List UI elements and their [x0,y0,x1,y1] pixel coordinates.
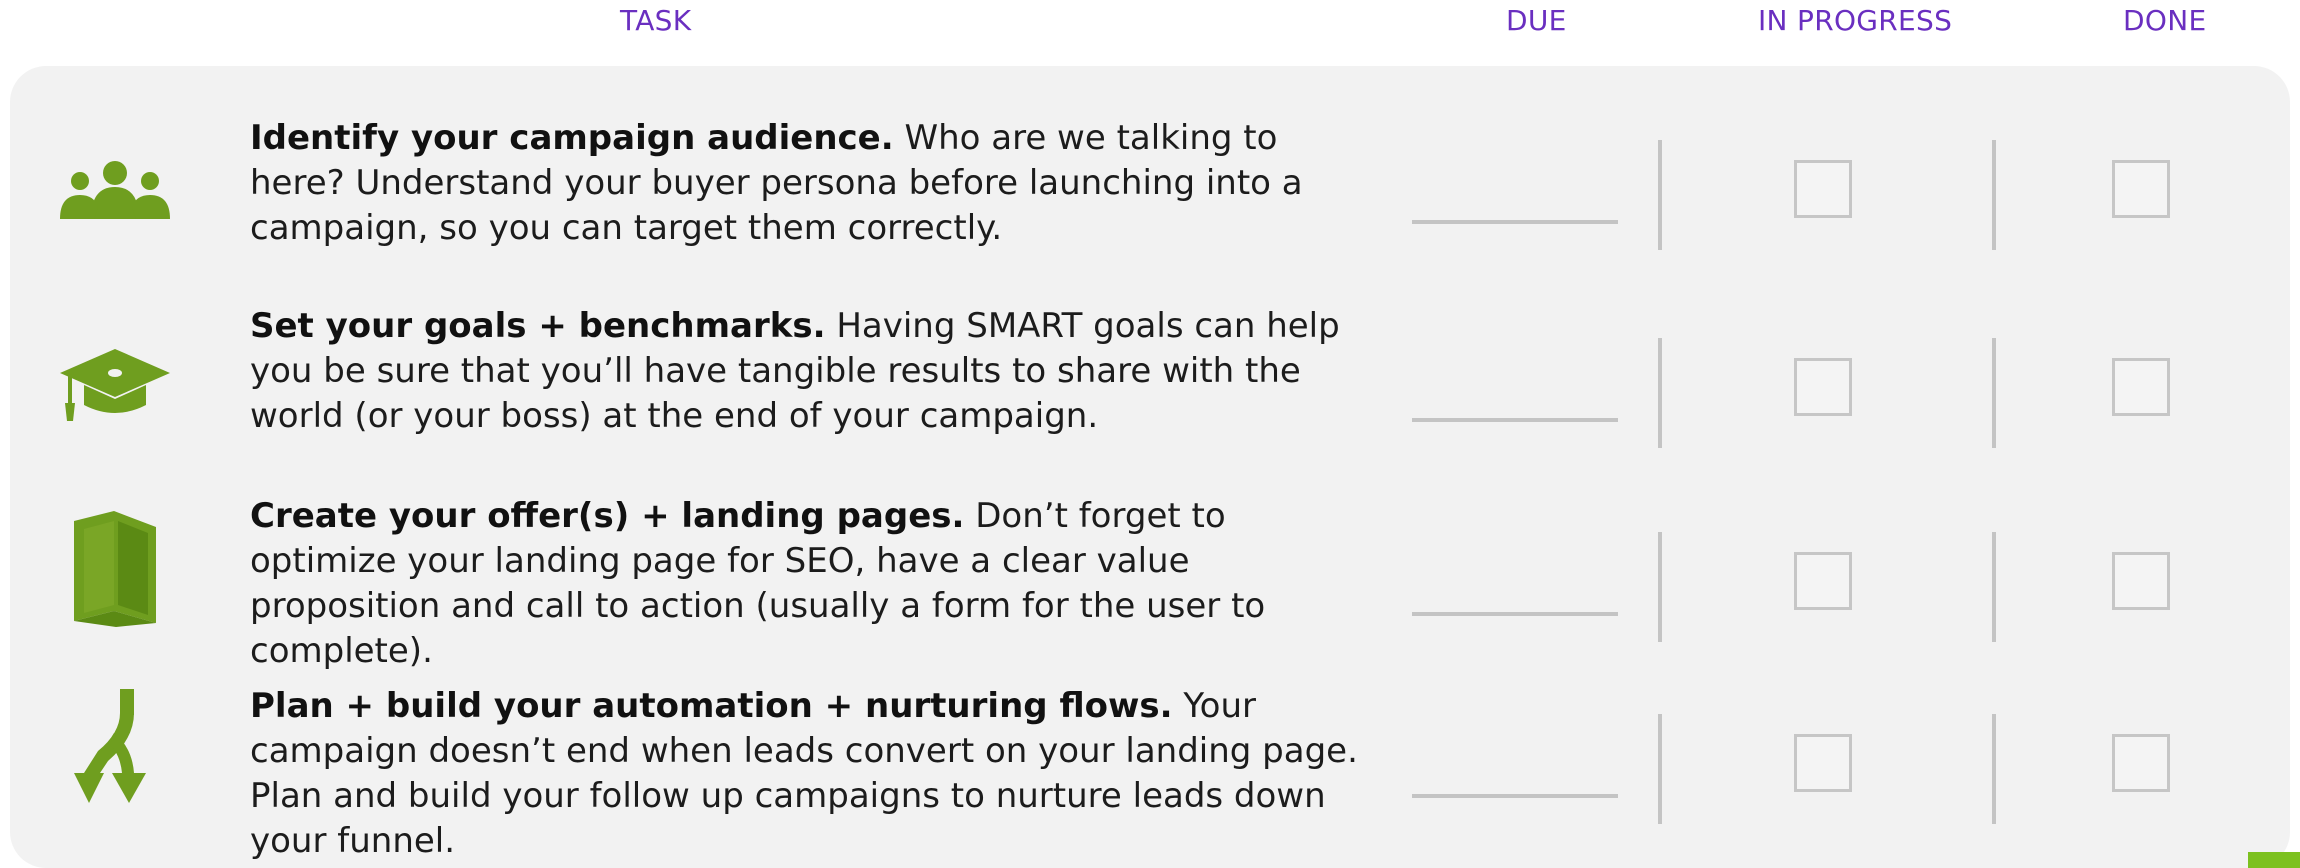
task-row: Create your offer(s) + landing pages. Do… [10,494,2290,674]
in-progress-checkbox[interactable] [1794,358,1852,416]
task-title: Identify your campaign audience. [250,118,894,158]
task-description: Create your offer(s) + landing pages. Do… [250,494,1380,674]
graduation-cap-icon [50,322,180,452]
column-divider [1992,714,1996,824]
book-icon [50,504,180,634]
column-header-done: DONE [2123,4,2207,37]
in-progress-checkbox[interactable] [1794,734,1852,792]
done-checkbox[interactable] [2112,734,2170,792]
task-title: Set your goals + benchmarks. [250,306,826,346]
task-title: Create your offer(s) + landing pages. [250,496,965,536]
done-checkbox[interactable] [2112,160,2170,218]
people-group-icon [50,124,180,254]
checklist-panel: Identify your campaign audience. Who are… [10,66,2290,868]
task-title: Plan + build your automation + nurturing… [250,686,1173,726]
column-divider [1992,140,1996,250]
done-checkbox[interactable] [2112,358,2170,416]
task-row: Set your goals + benchmarks. Having SMAR… [10,304,2290,484]
task-row: Identify your campaign audience. Who are… [10,116,2290,296]
split-arrows-icon [50,684,180,814]
column-header-due: DUE [1506,4,1567,37]
column-header-task: TASK [620,4,692,37]
due-date-field[interactable] [1412,418,1618,422]
task-description: Set your goals + benchmarks. Having SMAR… [250,304,1380,439]
column-divider [1658,714,1662,824]
column-header-in-progress: IN PROGRESS [1758,4,1953,37]
due-date-field[interactable] [1412,612,1618,616]
due-date-field[interactable] [1412,220,1618,224]
corner-accent-bar [2248,852,2300,868]
column-divider [1992,338,1996,448]
task-description: Identify your campaign audience. Who are… [250,116,1380,251]
in-progress-checkbox[interactable] [1794,552,1852,610]
task-description: Plan + build your automation + nurturing… [250,684,1380,864]
column-divider [1658,140,1662,250]
task-row: Plan + build your automation + nurturing… [10,684,2290,864]
column-divider [1658,532,1662,642]
due-date-field[interactable] [1412,794,1618,798]
done-checkbox[interactable] [2112,552,2170,610]
in-progress-checkbox[interactable] [1794,160,1852,218]
column-divider [1992,532,1996,642]
column-divider [1658,338,1662,448]
